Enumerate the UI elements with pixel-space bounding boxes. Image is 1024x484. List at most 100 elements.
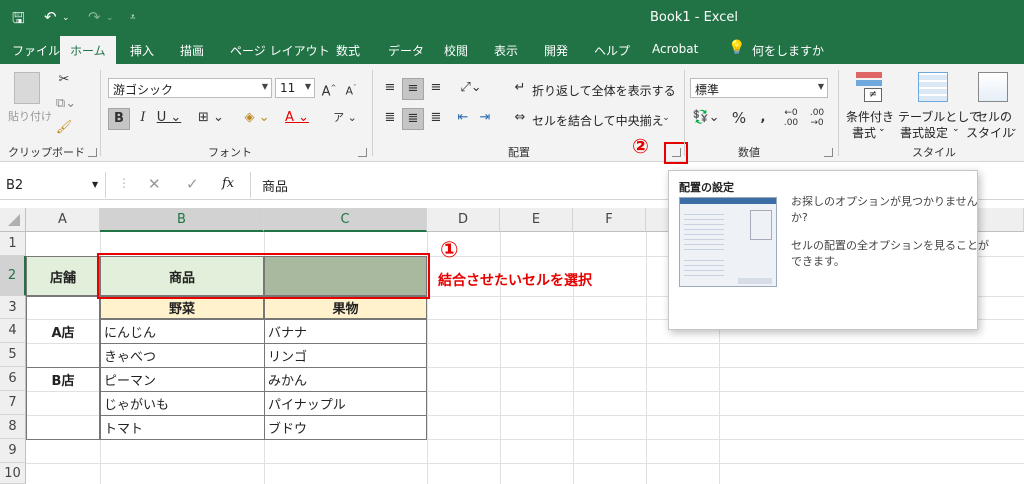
redo-dropdown-icon[interactable]: ⌄ bbox=[106, 13, 114, 23]
tab-help[interactable]: ヘルプ bbox=[594, 42, 630, 59]
conditional-formatting-button[interactable]: 条件付き bbox=[846, 108, 894, 125]
bottom-align-icon[interactable]: ≡ bbox=[426, 78, 446, 100]
cell-a4[interactable]: A店 bbox=[26, 319, 100, 343]
top-align-icon[interactable]: ≡ bbox=[380, 78, 400, 100]
row-header-5[interactable]: 5 bbox=[0, 343, 26, 367]
chevron-down-icon[interactable]: ⌄ bbox=[1010, 124, 1018, 134]
fill-color-icon[interactable]: ◈ ⌄ bbox=[240, 108, 274, 130]
row-header-2[interactable]: 2 bbox=[0, 256, 26, 296]
save-icon[interactable]: 🖫 bbox=[12, 8, 25, 33]
cell-b6[interactable]: ピーマン bbox=[100, 367, 264, 391]
cell-c7[interactable]: パイナップル bbox=[264, 391, 427, 415]
name-box[interactable]: B2 ▼ bbox=[0, 172, 106, 198]
cell-styles-button[interactable]: セルの bbox=[976, 108, 1012, 125]
paste-label[interactable]: 貼り付け bbox=[8, 108, 52, 124]
cell-a6[interactable]: B店 bbox=[26, 367, 100, 391]
copy-icon[interactable]: ⧉⌄ bbox=[54, 94, 78, 116]
cell-b4[interactable]: にんじん bbox=[100, 319, 264, 343]
cell-b5[interactable]: きゃべつ bbox=[100, 343, 264, 367]
paste-icon[interactable] bbox=[14, 72, 40, 104]
tab-file[interactable]: ファイル bbox=[12, 42, 60, 59]
italic-button[interactable]: I bbox=[134, 108, 152, 130]
chevron-down-icon[interactable]: ▼ bbox=[92, 180, 98, 189]
insert-function-icon[interactable]: fx bbox=[222, 176, 234, 191]
cell-c4[interactable]: バナナ bbox=[264, 319, 427, 343]
align-center-icon[interactable]: ≣ bbox=[402, 108, 424, 130]
cell-c3[interactable]: 果物 bbox=[264, 296, 427, 319]
align-left-icon[interactable]: ≣ bbox=[380, 108, 400, 130]
increase-decimal-icon[interactable]: ←0.00 bbox=[780, 108, 802, 130]
column-header-c[interactable]: C bbox=[264, 208, 427, 232]
column-header-a[interactable]: A bbox=[26, 208, 100, 232]
tab-data[interactable]: データ bbox=[388, 42, 424, 59]
decrease-font-icon[interactable]: Aˇ bbox=[342, 78, 360, 100]
column-header-b[interactable]: B bbox=[100, 208, 264, 232]
decrease-decimal-icon[interactable]: .00 →0 bbox=[806, 108, 828, 130]
row-header-10[interactable]: 10 bbox=[0, 463, 26, 484]
format-as-table-button[interactable]: テーブルとして bbox=[898, 108, 981, 125]
middle-align-icon[interactable]: ≡ bbox=[402, 78, 424, 100]
clipboard-launcher-icon[interactable] bbox=[88, 148, 97, 157]
tell-me-search[interactable]: 何をしますか bbox=[752, 42, 824, 59]
increase-font-icon[interactable]: A^ bbox=[320, 78, 338, 100]
accounting-format-icon[interactable]: 💱⌄ bbox=[690, 108, 722, 130]
increase-indent-icon[interactable]: ⇥ bbox=[476, 108, 494, 130]
tab-review[interactable]: 校閲 bbox=[444, 42, 468, 59]
row-header-8[interactable]: 8 bbox=[0, 415, 26, 439]
font-launcher-icon[interactable] bbox=[358, 148, 367, 157]
cell-c6[interactable]: みかん bbox=[264, 367, 427, 391]
tab-insert[interactable]: 挿入 bbox=[130, 42, 154, 59]
tab-draw[interactable]: 描画 bbox=[180, 42, 204, 59]
merge-center-button[interactable]: セルを結合して中央揃え bbox=[532, 112, 664, 129]
underline-button[interactable]: U ⌄ bbox=[156, 108, 182, 130]
cell-b7[interactable]: じゃがいも bbox=[100, 391, 264, 415]
comma-style-icon[interactable]: , bbox=[756, 108, 770, 130]
percent-style-icon[interactable]: % bbox=[730, 108, 748, 130]
tab-page-layout[interactable]: ページ レイアウト bbox=[230, 42, 330, 59]
undo-icon[interactable]: ↶ bbox=[44, 8, 57, 26]
decrease-indent-icon[interactable]: ⇤ bbox=[454, 108, 472, 130]
phonetic-icon[interactable]: ア ⌄ bbox=[330, 108, 360, 130]
column-header-e[interactable]: E bbox=[500, 208, 573, 232]
enter-icon[interactable]: ✓ bbox=[186, 175, 199, 193]
chevron-down-icon[interactable]: ⌄ bbox=[952, 124, 960, 134]
cell-c8[interactable]: ブドウ bbox=[264, 415, 427, 439]
format-painter-icon[interactable]: 🖌 bbox=[54, 118, 74, 140]
row-header-6[interactable]: 6 bbox=[0, 367, 26, 391]
font-color-icon[interactable]: A ⌄ bbox=[280, 108, 314, 130]
font-size-select[interactable]: 11 ▼ bbox=[275, 78, 315, 98]
customize-qat-icon[interactable]: ⩡ bbox=[130, 12, 136, 23]
cell-c5[interactable]: リンゴ bbox=[264, 343, 427, 367]
row-header-3[interactable]: 3 bbox=[0, 296, 26, 319]
column-header-d[interactable]: D bbox=[427, 208, 500, 232]
redo-icon[interactable]: ↷ bbox=[88, 8, 101, 26]
tab-home[interactable]: ホーム bbox=[60, 36, 116, 64]
borders-icon[interactable]: ⊞ ⌄ bbox=[196, 108, 226, 130]
align-right-icon[interactable]: ≣ bbox=[426, 108, 446, 130]
wrap-text-button[interactable]: 折り返して全体を表示する bbox=[532, 82, 676, 99]
row-header-7[interactable]: 7 bbox=[0, 391, 26, 415]
formula-input[interactable]: 商品 bbox=[262, 176, 288, 195]
cut-icon[interactable]: ✂ bbox=[54, 70, 74, 92]
bold-button[interactable]: B bbox=[108, 108, 130, 130]
cell-b8[interactable]: トマト bbox=[100, 415, 264, 439]
chevron-down-icon[interactable]: ⌄ bbox=[878, 124, 886, 134]
tab-view[interactable]: 表示 bbox=[494, 42, 518, 59]
select-all-corner[interactable] bbox=[0, 208, 26, 232]
merge-dropdown-icon[interactable]: ⌄ bbox=[660, 108, 672, 130]
row-header-1[interactable]: 1 bbox=[0, 232, 26, 256]
number-format-select[interactable]: 標準 ▼ bbox=[690, 78, 828, 98]
tab-formulas[interactable]: 数式 bbox=[336, 42, 360, 59]
undo-dropdown-icon[interactable]: ⌄ bbox=[62, 13, 70, 23]
tab-developer[interactable]: 開発 bbox=[544, 42, 568, 59]
tab-acrobat[interactable]: Acrobat bbox=[652, 42, 698, 56]
column-header-f[interactable]: F bbox=[573, 208, 646, 232]
orientation-icon[interactable]: ⤢⌄ bbox=[456, 78, 486, 100]
format-as-table-icon[interactable] bbox=[918, 72, 948, 102]
font-name-select[interactable]: 游ゴシック ▼ bbox=[108, 78, 272, 98]
cell-a2[interactable]: 店舗 bbox=[26, 256, 100, 296]
conditional-formatting-icon[interactable]: ≠ bbox=[856, 72, 882, 102]
merge-center-icon[interactable]: ⇔ bbox=[510, 108, 530, 130]
cancel-icon[interactable]: ✕ bbox=[148, 175, 161, 193]
wrap-text-icon[interactable]: ↵ bbox=[510, 78, 530, 100]
